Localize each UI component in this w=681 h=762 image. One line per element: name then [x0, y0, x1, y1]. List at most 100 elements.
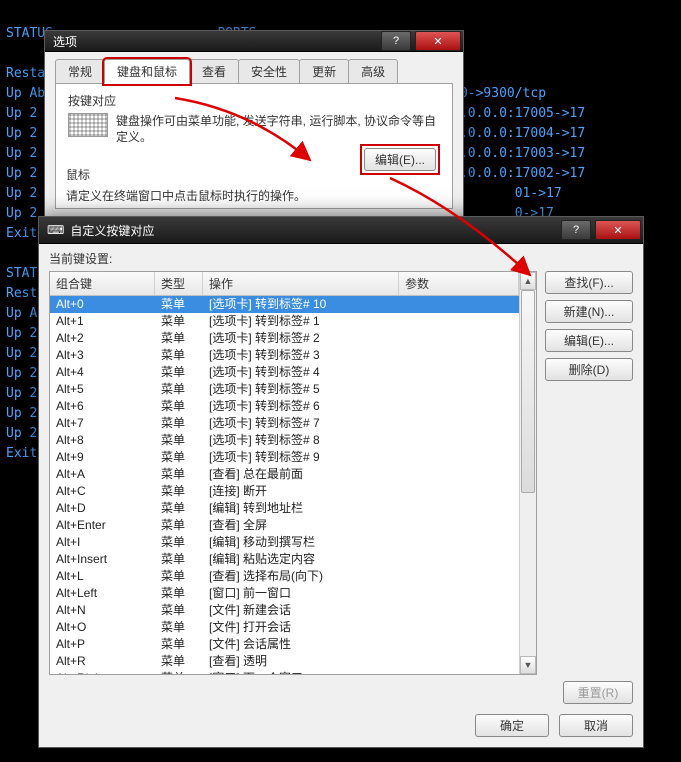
- cell-key: Alt+Right: [50, 670, 155, 674]
- edit-button[interactable]: 编辑(E)...: [545, 329, 633, 352]
- cell-key: Alt+4: [50, 364, 155, 381]
- cell-type: 菜单: [155, 347, 203, 364]
- cell-action: [选项卡] 转到标签# 5: [203, 381, 399, 398]
- help-button[interactable]: ?: [561, 220, 591, 240]
- scroll-thumb[interactable]: [521, 290, 535, 493]
- cell-type: 菜单: [155, 602, 203, 619]
- cell-action: [文件] 会话属性: [203, 636, 399, 653]
- cell-type: 菜单: [155, 636, 203, 653]
- cell-type: 菜单: [155, 517, 203, 534]
- tab-view[interactable]: 查看: [189, 59, 239, 84]
- keyboard-icon: [68, 113, 108, 137]
- cell-action: [查看] 总在最前面: [203, 466, 399, 483]
- table-row[interactable]: Alt+3菜单[选项卡] 转到标签# 3: [50, 347, 519, 364]
- table-row[interactable]: Alt+5菜单[选项卡] 转到标签# 5: [50, 381, 519, 398]
- scroll-down-icon[interactable]: ▼: [520, 656, 536, 674]
- table-row[interactable]: Alt+Right菜单[窗口] 下一个窗口: [50, 670, 519, 674]
- cell-param: [399, 330, 519, 347]
- table-row[interactable]: Alt+1菜单[选项卡] 转到标签# 1: [50, 313, 519, 330]
- cell-action: [选项卡] 转到标签# 10: [203, 296, 399, 313]
- table-row[interactable]: Alt+4菜单[选项卡] 转到标签# 4: [50, 364, 519, 381]
- tab-advanced[interactable]: 高级: [348, 59, 398, 84]
- cell-key: Alt+3: [50, 347, 155, 364]
- find-button[interactable]: 查找(F)...: [545, 271, 633, 294]
- table-row[interactable]: Alt+D菜单[编辑] 转到地址栏: [50, 500, 519, 517]
- close-button[interactable]: ✕: [415, 31, 461, 51]
- cell-action: [查看] 全屏: [203, 517, 399, 534]
- tab-keyboard-mouse[interactable]: 键盘和鼠标: [104, 59, 190, 84]
- options-tabstrip: 常规 键盘和鼠标 查看 安全性 更新 高级: [55, 59, 453, 84]
- cell-action: [连接] 断开: [203, 483, 399, 500]
- table-row[interactable]: Alt+O菜单[文件] 打开会话: [50, 619, 519, 636]
- keymap-list[interactable]: 组合键 类型 操作 参数 Alt+0菜单[选项卡] 转到标签# 10Alt+1菜…: [49, 271, 537, 675]
- scrollbar[interactable]: ▲ ▼: [519, 272, 536, 674]
- table-row[interactable]: Alt+0菜单[选项卡] 转到标签# 10: [50, 296, 519, 313]
- mouse-section-label: 鼠标: [66, 166, 442, 183]
- keymap-icon: ⌨: [47, 223, 64, 237]
- cell-type: 菜单: [155, 551, 203, 568]
- cell-action: [选项卡] 转到标签# 6: [203, 398, 399, 415]
- table-row[interactable]: Alt+7菜单[选项卡] 转到标签# 7: [50, 415, 519, 432]
- cell-type: 菜单: [155, 568, 203, 585]
- cell-key: Alt+L: [50, 568, 155, 585]
- table-row[interactable]: Alt+9菜单[选项卡] 转到标签# 9: [50, 449, 519, 466]
- tab-update[interactable]: 更新: [299, 59, 349, 84]
- cell-type: 菜单: [155, 534, 203, 551]
- close-button[interactable]: ✕: [595, 220, 641, 240]
- table-row[interactable]: Alt+I菜单[编辑] 移动到撰写栏: [50, 534, 519, 551]
- cell-type: 菜单: [155, 330, 203, 347]
- keymap-titlebar[interactable]: ⌨ 自定义按键对应 ? ✕: [39, 217, 643, 244]
- cell-action: [查看] 选择布局(向下): [203, 568, 399, 585]
- cell-key: Alt+7: [50, 415, 155, 432]
- col-key[interactable]: 组合键: [50, 272, 155, 295]
- tab-security[interactable]: 安全性: [238, 59, 300, 84]
- col-action[interactable]: 操作: [203, 272, 399, 295]
- cell-type: 菜单: [155, 653, 203, 670]
- tab-pane: 按键对应 键盘操作可由菜单功能, 发送字符串, 运行脚本, 协议命令等自定义。 …: [55, 83, 453, 209]
- cell-param: [399, 568, 519, 585]
- table-row[interactable]: Alt+L菜单[查看] 选择布局(向下): [50, 568, 519, 585]
- ok-button[interactable]: 确定: [475, 714, 549, 737]
- cell-action: [选项卡] 转到标签# 1: [203, 313, 399, 330]
- col-type[interactable]: 类型: [155, 272, 203, 295]
- reset-button[interactable]: 重置(R): [563, 681, 633, 704]
- scroll-up-icon[interactable]: ▲: [520, 272, 536, 290]
- table-row[interactable]: Alt+Left菜单[窗口] 前一窗口: [50, 585, 519, 602]
- cell-action: [文件] 打开会话: [203, 619, 399, 636]
- table-row[interactable]: Alt+P菜单[文件] 会话属性: [50, 636, 519, 653]
- cell-key: Alt+P: [50, 636, 155, 653]
- cell-action: [选项卡] 转到标签# 3: [203, 347, 399, 364]
- new-button[interactable]: 新建(N)...: [545, 300, 633, 323]
- options-title: 选项: [53, 33, 379, 50]
- list-header[interactable]: 组合键 类型 操作 参数: [50, 272, 519, 296]
- table-row[interactable]: Alt+2菜单[选项卡] 转到标签# 2: [50, 330, 519, 347]
- cell-key: Alt+A: [50, 466, 155, 483]
- keymap-title: 自定义按键对应: [70, 222, 559, 239]
- table-row[interactable]: Alt+R菜单[查看] 透明: [50, 653, 519, 670]
- table-row[interactable]: Alt+C菜单[连接] 断开: [50, 483, 519, 500]
- col-param[interactable]: 参数: [399, 272, 519, 295]
- cell-type: 菜单: [155, 296, 203, 313]
- cell-action: [编辑] 移动到撰写栏: [203, 534, 399, 551]
- scroll-track[interactable]: [520, 290, 536, 656]
- table-row[interactable]: Alt+Insert菜单[编辑] 粘贴选定内容: [50, 551, 519, 568]
- options-titlebar[interactable]: 选项 ? ✕: [45, 31, 463, 52]
- tab-general[interactable]: 常规: [55, 59, 105, 84]
- delete-button[interactable]: 删除(D): [545, 358, 633, 381]
- table-row[interactable]: Alt+8菜单[选项卡] 转到标签# 8: [50, 432, 519, 449]
- cancel-button[interactable]: 取消: [559, 714, 633, 737]
- cell-action: [选项卡] 转到标签# 8: [203, 432, 399, 449]
- table-row[interactable]: Alt+6菜单[选项卡] 转到标签# 6: [50, 398, 519, 415]
- cell-param: [399, 449, 519, 466]
- cell-param: [399, 347, 519, 364]
- cell-type: 菜单: [155, 483, 203, 500]
- cell-type: 菜单: [155, 364, 203, 381]
- help-button[interactable]: ?: [381, 31, 411, 51]
- table-row[interactable]: Alt+Enter菜单[查看] 全屏: [50, 517, 519, 534]
- table-row[interactable]: Alt+N菜单[文件] 新建会话: [50, 602, 519, 619]
- cell-param: [399, 602, 519, 619]
- cell-param: [399, 500, 519, 517]
- cell-key: Alt+D: [50, 500, 155, 517]
- cell-key: Alt+I: [50, 534, 155, 551]
- table-row[interactable]: Alt+A菜单[查看] 总在最前面: [50, 466, 519, 483]
